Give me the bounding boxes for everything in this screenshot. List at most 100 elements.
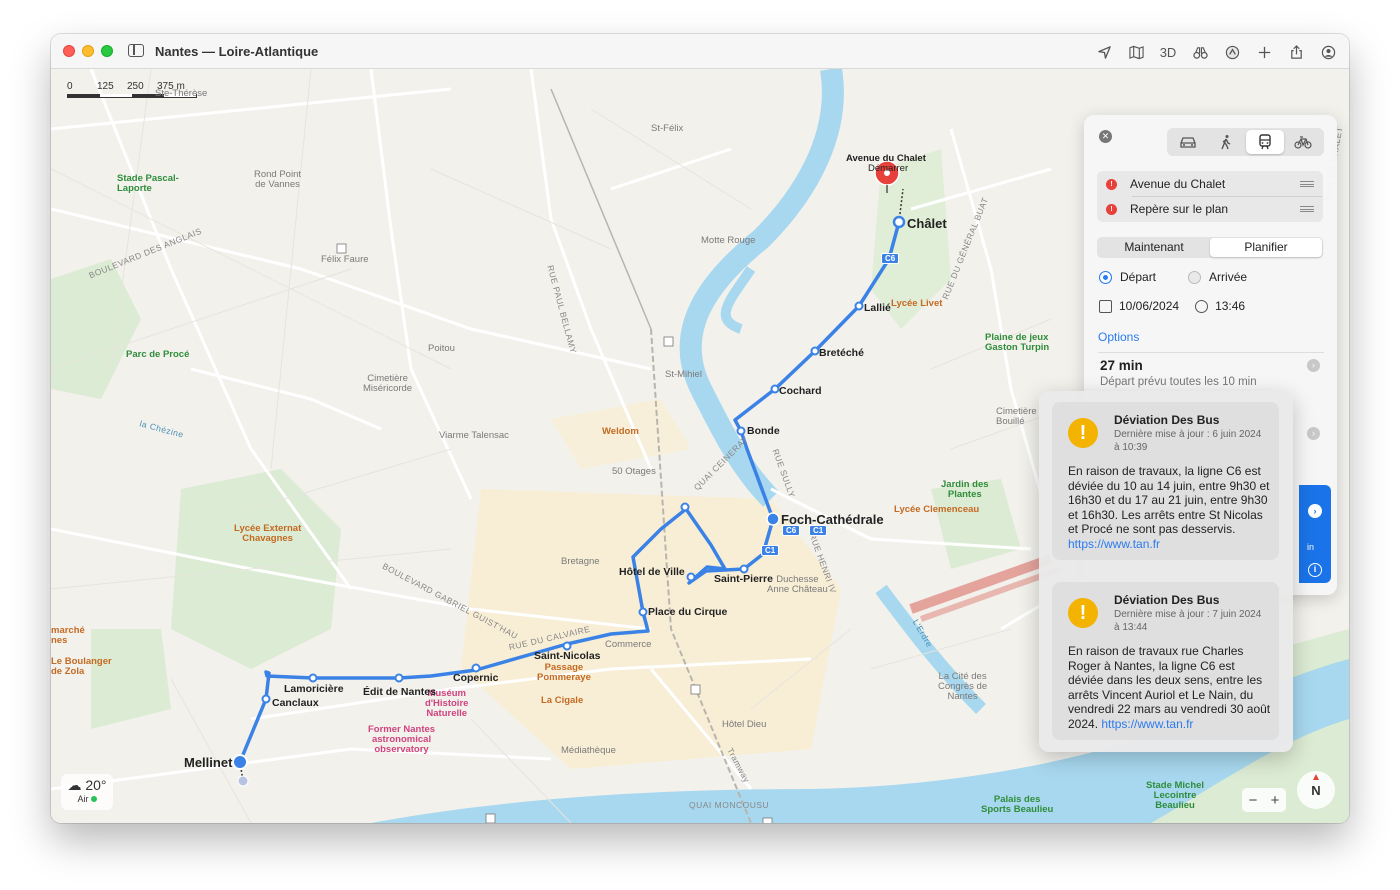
- segment-now[interactable]: Maintenant: [1098, 238, 1210, 257]
- map-label-park: Stade Pascal- Laporte: [117, 173, 179, 194]
- stop-label-breteche[interactable]: Bretéché: [819, 347, 864, 359]
- calendar-icon: [1099, 300, 1112, 314]
- stop-label-copernic[interactable]: Copernic: [453, 672, 499, 684]
- alert-card: ! Déviation Des Bus Dernière mise à jour…: [1052, 582, 1279, 740]
- selected-route-card[interactable]: › in i: [1299, 485, 1331, 583]
- location-arrow-icon[interactable]: [1093, 41, 1115, 63]
- map-label: Félix Faure: [321, 254, 369, 265]
- waypoint-origin[interactable]: ! Avenue du Chalet: [1106, 172, 1316, 196]
- mode-transit-button[interactable]: [1245, 130, 1284, 154]
- transit-alerts-popover: ! Déviation Des Bus Dernière mise à jour…: [1039, 391, 1293, 752]
- alert-link[interactable]: https://www.tan.fr: [1068, 537, 1160, 551]
- stop-label-saint-pierre[interactable]: Saint-Pierre: [714, 573, 773, 585]
- map-label: Cimetière Miséricorde: [363, 373, 413, 394]
- stop-label-lamoriciere[interactable]: Lamoricière: [284, 683, 344, 695]
- stop-label-saint-nicolas[interactable]: Saint-Nicolas: [534, 650, 601, 662]
- alert-title: Déviation Des Bus: [1114, 593, 1220, 607]
- waypoint-label: Avenue du Chalet: [1130, 177, 1226, 191]
- reorder-handle-icon[interactable]: [1300, 181, 1314, 187]
- stop-label-mellinet[interactable]: Mellinet: [184, 755, 232, 770]
- scale-tick: 125: [97, 81, 114, 92]
- tracking-icon[interactable]: [1221, 41, 1243, 63]
- map-label-shop: Weldom: [602, 426, 639, 437]
- weather-temp: 20°: [85, 777, 107, 793]
- stop-label-lallie[interactable]: Lallié: [864, 302, 891, 314]
- alert-title: Déviation Des Bus: [1114, 413, 1220, 427]
- map-label: St-Félix: [651, 123, 684, 134]
- threed-button[interactable]: 3D: [1157, 41, 1179, 63]
- radio-arrival[interactable]: Arrivée: [1188, 270, 1247, 284]
- map-canvas[interactable]: 0 125 250 375 m St-Félix Motte Rouge St-…: [51, 69, 1349, 823]
- compass-button[interactable]: N: [1297, 771, 1335, 809]
- map-label: Poitou: [428, 343, 455, 354]
- map-label: St-Mihiel: [665, 369, 702, 380]
- date-picker[interactable]: 10/06/2024: [1099, 299, 1179, 314]
- stop-label-chalet[interactable]: Châlet: [907, 216, 947, 231]
- maps-window: Nantes — Loire-Atlantique 3D 0 125 250 3…: [51, 34, 1349, 823]
- chevron-right-icon[interactable]: ›: [1307, 359, 1320, 372]
- zoom-control: − +: [1242, 788, 1286, 812]
- alert-link[interactable]: https://www.tan.fr: [1101, 717, 1193, 731]
- window-close-button[interactable]: [63, 45, 75, 57]
- add-icon[interactable]: [1253, 41, 1275, 63]
- map-label-venue: La Cigale: [541, 695, 584, 706]
- stop-label-hotel-ville[interactable]: Hôtel de Ville: [619, 566, 685, 578]
- mode-walk-button[interactable]: [1207, 130, 1245, 154]
- mode-cycle-button[interactable]: [1284, 130, 1322, 154]
- line-badge-c6: C6: [881, 253, 900, 264]
- map-label: Bretagne: [561, 556, 600, 567]
- stop-label-bonde[interactable]: Bonde: [747, 425, 780, 437]
- air-quality-label: Air: [77, 794, 89, 804]
- map-label: 50 Otages: [612, 466, 656, 477]
- pin-icon: !: [1106, 203, 1117, 215]
- radio-label: Départ: [1120, 270, 1157, 284]
- alert-card: ! Déviation Des Bus Dernière mise à jour…: [1052, 402, 1279, 560]
- map-label: Motte Rouge: [701, 235, 756, 246]
- alert-text: En raison de travaux, la ligne C6 est dé…: [1068, 464, 1270, 536]
- street-label: QUAI MONCOUSU: [689, 800, 770, 810]
- map-label-school: Lycée Externat Chavagnes: [234, 523, 302, 544]
- map-label-museum: Former Nantes astronomical observatory: [368, 724, 436, 755]
- route-card-snippet: in: [1307, 542, 1315, 552]
- stop-label-place-cirque[interactable]: Place du Cirque: [648, 606, 727, 618]
- reorder-handle-icon[interactable]: [1300, 206, 1314, 212]
- chevron-right-icon[interactable]: ›: [1308, 504, 1322, 518]
- alert-body: En raison de travaux, la ligne C6 est dé…: [1068, 464, 1273, 551]
- air-quality-dot: [90, 796, 97, 802]
- stop-label-edit[interactable]: Édit de Nantes: [363, 686, 436, 698]
- warning-icon: !: [1068, 598, 1098, 628]
- route-duration[interactable]: 27 min: [1100, 358, 1143, 373]
- alert-updated: Dernière mise à jour : 6 juin 2024 à 10:…: [1114, 429, 1262, 453]
- title-bar: Nantes — Loire-Atlantique 3D: [51, 34, 1349, 69]
- lookaround-binoculars-icon[interactable]: [1189, 41, 1211, 63]
- warning-icon: !: [1068, 418, 1098, 448]
- map-mode-icon[interactable]: [1125, 41, 1147, 63]
- window-minimize-button[interactable]: [82, 45, 94, 57]
- options-link[interactable]: Options: [1098, 330, 1139, 344]
- weather-widget[interactable]: ☁ 20° Air: [61, 774, 113, 810]
- chevron-right-icon[interactable]: ›: [1307, 427, 1320, 440]
- map-label: Commerce: [605, 639, 652, 650]
- zoom-in-button[interactable]: +: [1271, 792, 1280, 809]
- time-value: 13:46: [1215, 299, 1246, 313]
- close-directions-button[interactable]: ✕: [1099, 130, 1112, 143]
- account-icon[interactable]: [1317, 41, 1339, 63]
- segment-plan[interactable]: Planifier: [1210, 238, 1322, 257]
- sidebar-toggle-icon[interactable]: [128, 44, 144, 57]
- window-zoom-button[interactable]: [101, 45, 113, 57]
- stop-label-cochard[interactable]: Cochard: [779, 385, 822, 397]
- pin-icon: !: [1106, 178, 1117, 190]
- info-icon[interactable]: i: [1308, 563, 1322, 577]
- map-label: Ste-Thérèse: [155, 88, 208, 99]
- share-icon[interactable]: [1285, 41, 1307, 63]
- map-label: Hôtel Dieu: [722, 719, 767, 730]
- radio-depart[interactable]: Départ: [1099, 270, 1156, 284]
- mode-drive-button[interactable]: [1169, 130, 1207, 154]
- transport-mode-selector: [1167, 128, 1324, 156]
- zoom-out-button[interactable]: −: [1249, 792, 1258, 809]
- map-label: Cimetière Bouillé: [996, 406, 1037, 427]
- map-label-shop: Passage Pommeraye: [537, 662, 591, 683]
- time-picker[interactable]: 13:46: [1195, 299, 1246, 314]
- stop-label-canclaux[interactable]: Canclaux: [272, 697, 319, 709]
- waypoint-destination[interactable]: ! Repère sur le plan: [1106, 197, 1316, 221]
